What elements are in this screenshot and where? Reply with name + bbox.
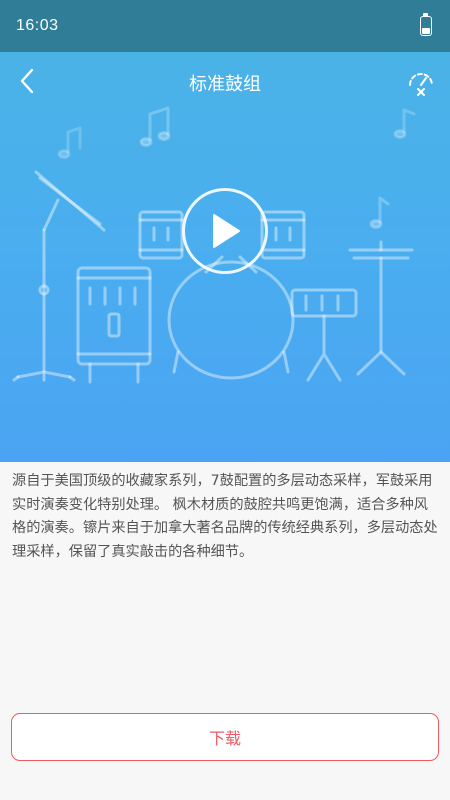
- music-note-icon: [369, 196, 390, 229]
- download-button[interactable]: 下载: [11, 713, 439, 761]
- music-note-icon: [57, 126, 82, 159]
- status-time: 16:03: [16, 17, 59, 34]
- rack-tom: [138, 210, 184, 260]
- bass-drum: [167, 255, 295, 380]
- gauge-icon: [409, 73, 433, 96]
- status-bar: 16:03: [0, 0, 450, 52]
- music-note-icon: [393, 108, 416, 139]
- hero-banner: 标准鼓组: [0, 52, 450, 462]
- floor-tom: [76, 266, 152, 384]
- chevron-left-icon: [20, 68, 34, 94]
- battery-icon: [420, 13, 432, 36]
- play-button[interactable]: [182, 188, 268, 274]
- gauge-button[interactable]: [404, 64, 438, 98]
- description-text: 源自于美国顶级的收藏家系列，7鼓配置的多层动态采样，军鼓采用实时演奏变化特别处理…: [12, 473, 438, 560]
- hihat: [348, 240, 414, 376]
- music-note-icon: [139, 106, 171, 147]
- back-button[interactable]: [12, 66, 42, 96]
- play-icon: [213, 214, 240, 248]
- rack-tom: [260, 210, 306, 260]
- crash-cymbal: [12, 170, 106, 382]
- snare-drum: [290, 288, 358, 382]
